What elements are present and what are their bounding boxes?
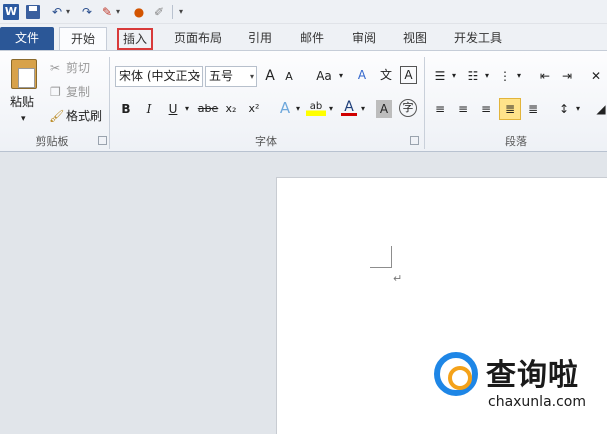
chevron-down-icon: ▾ (195, 72, 200, 81)
copy-icon: ❐ (50, 85, 61, 99)
paste-dropdown-icon[interactable]: ▾ (21, 111, 26, 127)
tab-mailings[interactable]: 邮件 (292, 27, 332, 51)
font-color-button[interactable]: A (341, 98, 357, 116)
justify-icon[interactable]: ≣ (499, 98, 521, 120)
cut-icon: ✂ (50, 61, 61, 75)
watermark-title: 查询啦 (486, 358, 579, 393)
numbering-dropdown-icon[interactable]: ▾ (483, 67, 491, 85)
bold-button[interactable]: B (118, 100, 134, 118)
grow-font-button[interactable]: A (262, 67, 278, 85)
char-shading-button[interactable]: A (376, 100, 392, 118)
watermark-url: chaxunla.com (488, 394, 586, 410)
strikethrough-button[interactable]: abe (197, 100, 219, 118)
word-app-icon[interactable]: W (3, 4, 19, 20)
font-name-combo[interactable]: 宋体 (中文正文 ▾ (115, 66, 203, 87)
font-launcher-icon[interactable] (410, 136, 419, 145)
change-case-dropdown-icon[interactable]: ▾ (337, 67, 345, 85)
font-size-value: 五号 (209, 69, 234, 83)
shading-icon[interactable]: ◢ (594, 100, 607, 118)
quick-access-toolbar: W ↶ ▾ ↷ ✎ ▾ ● ✐ ▾ (0, 0, 607, 24)
tab-insert[interactable]: 插入 (117, 28, 153, 50)
tab-references[interactable]: 引用 (240, 27, 280, 51)
clipboard-launcher-icon[interactable] (98, 136, 107, 145)
site-watermark: 查询啦 chaxunla.com (432, 350, 607, 434)
superscript-button[interactable]: x² (246, 100, 262, 118)
font-group-label: 字体 (255, 135, 277, 148)
align-right-icon[interactable]: ≡ (478, 100, 494, 118)
cut-button[interactable]: 剪切 (66, 60, 90, 76)
chinese-layout-icon[interactable]: ✕ (588, 67, 604, 85)
customize-qat-icon[interactable]: ▾ (176, 3, 186, 21)
align-left-icon[interactable]: ≡ (432, 100, 448, 118)
qat-separator (172, 5, 173, 19)
subscript-button[interactable]: x₂ (223, 100, 239, 118)
font-size-combo[interactable]: 五号 ▾ (205, 66, 257, 87)
distributed-icon[interactable]: ≣ (525, 100, 541, 118)
chevron-down-icon: ▾ (249, 72, 254, 81)
line-spacing-dropdown-icon[interactable]: ▾ (574, 100, 582, 118)
numbering-icon[interactable]: ☷ (465, 67, 481, 85)
underline-dropdown-icon[interactable]: ▾ (183, 100, 191, 118)
painter-dropdown-icon[interactable]: ▾ (114, 3, 122, 21)
align-center-icon[interactable]: ≡ (455, 100, 471, 118)
increase-indent-icon[interactable]: ⇥ (559, 67, 575, 85)
highlight-dropdown-icon[interactable]: ▾ (327, 100, 335, 118)
pen-icon[interactable]: ✐ (150, 3, 168, 21)
change-case-button[interactable]: Aa (313, 67, 335, 85)
italic-button[interactable]: I (142, 100, 156, 118)
copy-button[interactable]: 复制 (66, 84, 90, 100)
color-icon[interactable]: ● (130, 3, 148, 21)
pinyin-button[interactable]: 文 (377, 66, 395, 84)
tab-home[interactable]: 开始 (59, 27, 107, 51)
underline-button[interactable]: U (166, 100, 180, 118)
format-painter-button[interactable]: 格式刷 (66, 108, 102, 124)
font-name-value: 宋体 (中文正文 (119, 69, 200, 83)
paste-button[interactable]: 粘贴 (10, 94, 34, 110)
save-icon[interactable] (26, 5, 40, 19)
search-logo-icon (434, 352, 478, 396)
format-painter-brush-icon: 🖌 (49, 109, 65, 123)
redo-icon[interactable]: ↷ (78, 3, 96, 21)
multilevel-dropdown-icon[interactable]: ▾ (515, 67, 523, 85)
multilevel-list-icon[interactable]: ⋮ (497, 67, 513, 85)
font-color-dropdown-icon[interactable]: ▾ (359, 100, 367, 118)
clipboard-group-label: 剪贴板 (35, 135, 69, 148)
tab-developer[interactable]: 开发工具 (446, 27, 510, 51)
clear-format-button[interactable]: A (353, 66, 371, 84)
paste-icon[interactable] (11, 59, 37, 89)
text-effects-icon[interactable]: A (276, 99, 294, 117)
margin-corner-mark (370, 246, 392, 268)
bullets-dropdown-icon[interactable]: ▾ (450, 67, 458, 85)
tab-file[interactable]: 文件 (0, 27, 54, 51)
tab-page-layout[interactable]: 页面布局 (168, 27, 228, 51)
decrease-indent-icon[interactable]: ⇤ (537, 67, 553, 85)
shrink-font-button[interactable]: A (282, 68, 296, 86)
ribbon-tabs: 文件 开始 插入 页面布局 引用 邮件 审阅 视图 开发工具 (0, 24, 607, 51)
tab-review[interactable]: 审阅 (344, 27, 384, 51)
enclose-char-button[interactable]: 字 (399, 99, 417, 117)
tab-view[interactable]: 视图 (395, 27, 435, 51)
paragraph-mark: ↵ (393, 272, 403, 285)
undo-dropdown-icon[interactable]: ▾ (64, 3, 72, 21)
highlight-button[interactable]: ab (306, 98, 326, 116)
bullets-icon[interactable]: ☰ (432, 67, 448, 85)
line-spacing-icon[interactable]: ↕ (556, 100, 572, 118)
text-effects-dropdown-icon[interactable]: ▾ (294, 100, 302, 118)
char-border-button[interactable]: A (400, 66, 417, 84)
ribbon: 粘贴 ▾ ✂ 剪切 ❐ 复制 🖌 格式刷 剪贴板 宋体 (中文正文 ▾ 五号 ▾… (0, 50, 607, 152)
paragraph-group-label: 段落 (505, 135, 527, 148)
